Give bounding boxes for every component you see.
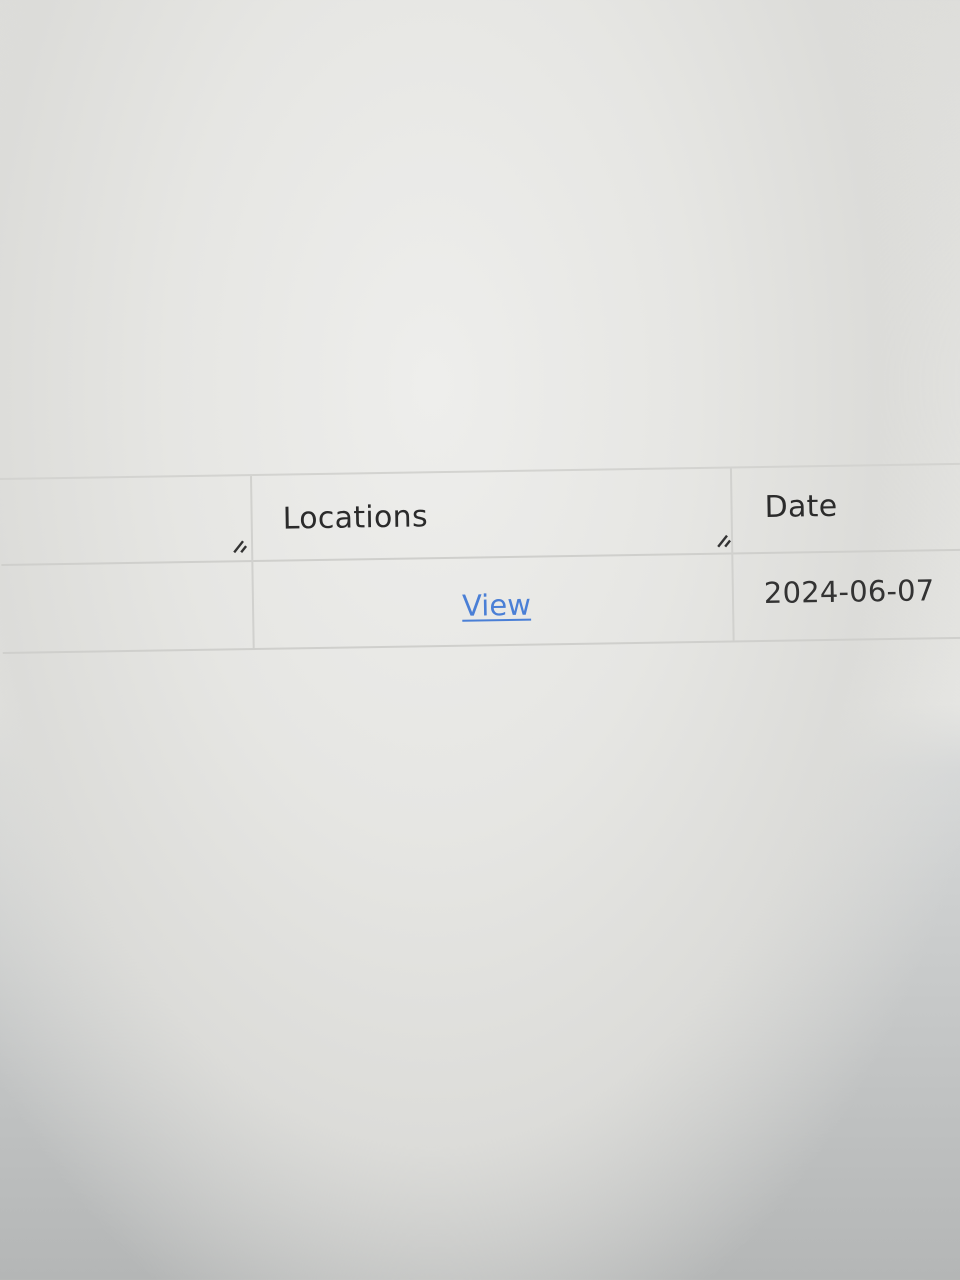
data-table: Locations Date View 2024-06-07	[0, 462, 960, 660]
date-value: 2024-06-07	[763, 573, 935, 611]
column-resize-icon[interactable]	[715, 528, 737, 548]
screen: Locations Date View 2024-06-07	[0, 0, 960, 1280]
column-header-label: Date	[764, 488, 838, 525]
column-header-locations[interactable]: Locations	[254, 468, 734, 560]
table-cell-locations: View	[255, 552, 735, 648]
table-row: View 2024-06-07	[1, 548, 960, 654]
table-cell-date: 2024-06-07	[735, 549, 960, 641]
column-header-label: Locations	[282, 499, 429, 537]
column-header-blank[interactable]	[0, 476, 254, 564]
column-resize-icon[interactable]	[231, 534, 253, 554]
table-cell-blank	[1, 560, 255, 652]
view-locations-link[interactable]: View	[462, 588, 531, 623]
column-header-date[interactable]: Date	[734, 465, 960, 553]
